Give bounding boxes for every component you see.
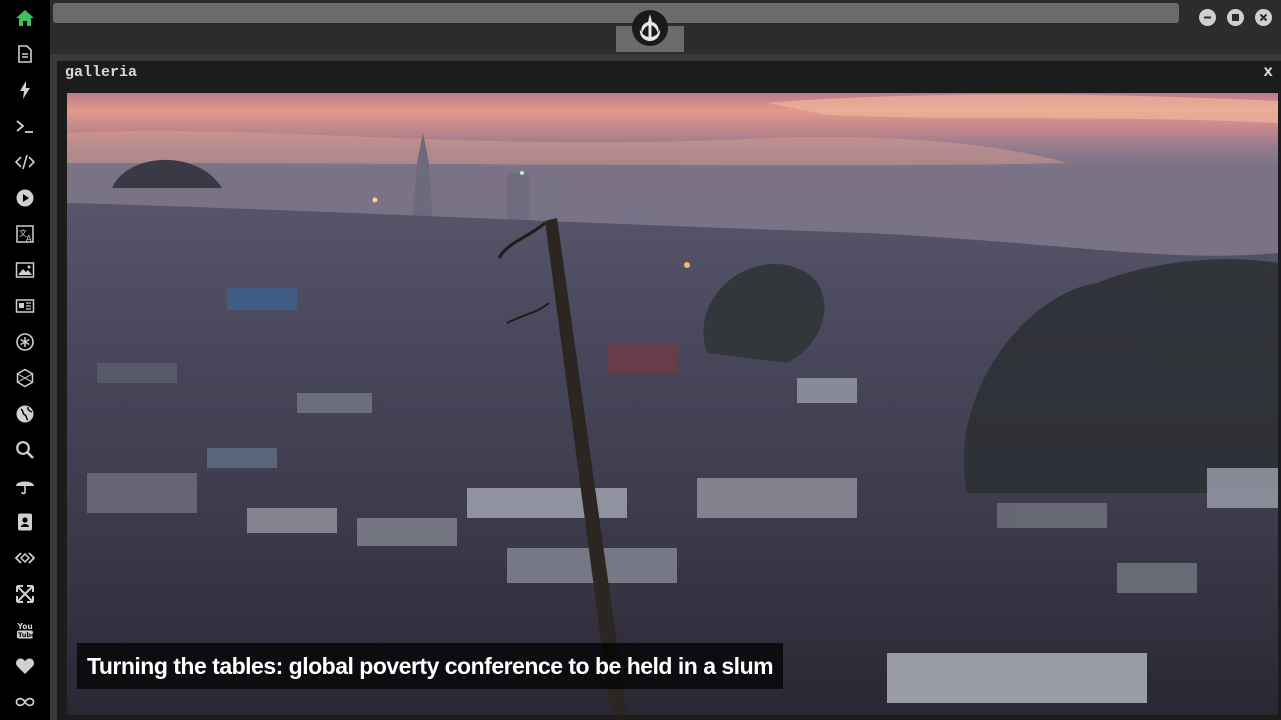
svg-text:Tube: Tube <box>18 631 35 639</box>
panel-title: galleria <box>65 64 138 81</box>
play-icon[interactable] <box>13 186 37 210</box>
search-icon[interactable] <box>13 438 37 462</box>
contact-card-icon[interactable] <box>13 510 37 534</box>
minimize-button[interactable] <box>1199 9 1216 26</box>
translate-icon[interactable]: 文A <box>13 222 37 246</box>
panel-close-button[interactable]: x <box>1263 63 1273 81</box>
address-bar[interactable] <box>53 3 1179 23</box>
openai-icon[interactable] <box>13 330 37 354</box>
gallery-photo-scene <box>67 93 1278 715</box>
embed-icon[interactable] <box>13 546 37 570</box>
globe-icon[interactable] <box>13 402 37 426</box>
maximize-button[interactable] <box>1227 9 1244 26</box>
newspaper-icon[interactable] <box>13 294 37 318</box>
youtube-icon[interactable]: You Tube <box>13 618 37 642</box>
terminal-icon[interactable] <box>13 114 37 138</box>
svg-text:You: You <box>17 622 33 631</box>
rebel-alliance-icon <box>632 10 668 46</box>
sidebar: 文A You Tube <box>0 0 50 720</box>
gallery-caption: Turning the tables: global poverty confe… <box>77 643 784 689</box>
expand-icon[interactable] <box>13 582 37 606</box>
lightning-icon[interactable] <box>13 78 37 102</box>
image-icon[interactable] <box>13 258 37 282</box>
home-icon[interactable] <box>13 6 37 30</box>
close-window-button[interactable] <box>1255 9 1272 26</box>
gallery-photo[interactable]: Turning the tables: global poverty confe… <box>67 93 1278 715</box>
galleria-panel: galleria x Turning the tables: global po… <box>57 61 1281 720</box>
heart-icon[interactable] <box>13 654 37 678</box>
svg-text:A: A <box>26 234 32 243</box>
document-icon[interactable] <box>13 42 37 66</box>
top-bar <box>50 0 1281 54</box>
umbrella-icon[interactable] <box>13 474 37 498</box>
infinity-icon[interactable] <box>13 690 37 714</box>
code-icon[interactable] <box>13 150 37 174</box>
hexagon-icon[interactable] <box>13 366 37 390</box>
